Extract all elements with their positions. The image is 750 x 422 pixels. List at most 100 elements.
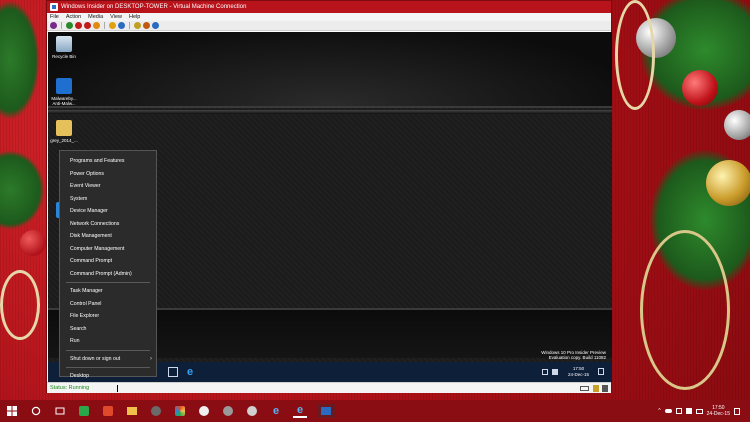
menu-media[interactable]: Media	[88, 13, 103, 21]
volume-icon[interactable]	[552, 369, 558, 375]
app-gray-icon[interactable]	[221, 404, 235, 418]
reset-icon[interactable]	[118, 22, 125, 29]
menu-action[interactable]: Action	[66, 13, 81, 21]
vm-menu-bar: File Action Media View Help	[47, 13, 611, 21]
menu-item-disk-management[interactable]: Disk Management	[60, 230, 156, 243]
menu-item-computer-management[interactable]: Computer Management	[60, 243, 156, 256]
cortana-search-icon[interactable]	[29, 404, 43, 418]
red-ornament-decoration	[682, 70, 718, 106]
edge-icon[interactable]: e	[187, 365, 193, 379]
chevron-right-icon: ›	[150, 355, 152, 362]
menu-item-search[interactable]: Search	[60, 323, 156, 336]
task-view-icon[interactable]	[168, 367, 178, 377]
host-taskbar: e e ^ 17:50 24-Dec-15	[0, 400, 750, 422]
guest-wallpaper-band	[48, 32, 612, 108]
start-icon[interactable]	[66, 22, 73, 29]
desktop-icon-label: Recycle Bin	[52, 54, 76, 59]
checkpoint-icon[interactable]	[134, 22, 141, 29]
menu-separator	[66, 349, 150, 351]
keyboard-icon	[580, 386, 589, 391]
pine-branch-decoration	[0, 150, 45, 230]
enhanced-session-icon[interactable]	[152, 22, 159, 29]
menu-item-shut-down-or-sign-out[interactable]: Shut down or sign out ›	[60, 353, 156, 366]
menu-item-device-manager[interactable]: Device Manager	[60, 205, 156, 218]
menu-item-command-prompt[interactable]: Command Prompt	[60, 255, 156, 268]
app-red-icon[interactable]	[101, 404, 115, 418]
vm-window-title: Windows Insider on DESKTOP-TOWER - Virtu…	[61, 4, 247, 10]
toolbar-divider	[129, 22, 130, 29]
usb-icon	[602, 385, 608, 392]
guest-clock[interactable]: 17:50 24-Dec-15	[568, 366, 589, 378]
menu-item-control-panel[interactable]: Control Panel	[60, 298, 156, 311]
malwarebytes-icon	[56, 78, 72, 94]
ribbon-decoration	[615, 0, 655, 110]
folder-icon	[56, 120, 72, 136]
notification-icon[interactable]	[598, 368, 604, 375]
ctrl-alt-del-icon[interactable]	[50, 22, 57, 29]
red-ornament-decoration	[20, 230, 46, 256]
revert-icon[interactable]	[143, 22, 150, 29]
menu-item-task-manager[interactable]: Task Manager	[60, 285, 156, 298]
host-clock-date: 24-Dec-15	[706, 411, 730, 417]
desktop-icon-label: Malwareby... Anti-Malw...	[51, 96, 77, 106]
gold-ornament-decoration	[706, 160, 750, 206]
menu-help[interactable]: Help	[129, 13, 140, 21]
guest-wallpaper-band	[48, 110, 612, 114]
vm-connection-taskbar-icon[interactable]	[317, 404, 335, 418]
guest-clock-date: 24-Dec-15	[568, 372, 590, 377]
ribbon-decoration	[0, 270, 40, 340]
vm-toolbar	[47, 21, 611, 31]
edge-icon[interactable]: e	[293, 404, 307, 418]
desktop-icon-malwarebytes[interactable]: Malwareby... Anti-Malw...	[48, 78, 80, 106]
host-clock[interactable]: 17:50 24-Dec-15	[707, 405, 730, 417]
menu-item-run[interactable]: Run	[60, 335, 156, 348]
menu-view[interactable]: View	[110, 13, 122, 21]
vm-status-bar: Status: Running	[47, 382, 611, 393]
lock-icon	[593, 385, 599, 392]
app-gear-icon[interactable]	[245, 404, 259, 418]
keyboard-icon[interactable]	[695, 408, 703, 414]
menu-separator	[66, 282, 150, 283]
menu-item-desktop[interactable]: Desktop	[60, 370, 156, 383]
app-multicolor-icon[interactable]	[173, 404, 187, 418]
vm-title-bar[interactable]: Windows Insider on DESKTOP-TOWER - Virtu…	[47, 1, 611, 13]
turn-off-icon[interactable]	[75, 22, 82, 29]
desktop-icon-folder[interactable]: grey_2014_...	[48, 120, 80, 143]
watermark-build: Evaluation copy. Build 11082	[548, 355, 606, 360]
menu-item-power-options[interactable]: Power Options	[60, 168, 156, 181]
menu-separator	[66, 367, 150, 368]
menu-file[interactable]: File	[50, 13, 59, 21]
action-center-icon[interactable]	[734, 407, 740, 415]
task-view-icon[interactable]	[53, 404, 67, 418]
shutdown-icon[interactable]	[84, 22, 91, 29]
menu-item-programs-and-features[interactable]: Programs and Features	[60, 155, 156, 168]
app-circle-icon[interactable]	[197, 404, 211, 418]
pause-icon[interactable]	[109, 22, 116, 29]
vm-connection-icon	[50, 3, 58, 11]
silver-ornament-decoration	[724, 110, 750, 140]
ribbon-decoration	[640, 230, 730, 390]
menu-item-network-connections[interactable]: Network Connections	[60, 218, 156, 231]
menu-item-command-prompt-admin[interactable]: Command Prompt (Admin)	[60, 268, 156, 281]
evaluation-watermark: Windows 10 Pro Insider Preview Evaluatio…	[541, 350, 606, 360]
onedrive-icon[interactable]	[664, 409, 672, 413]
windows-start-icon[interactable]	[5, 404, 19, 418]
menu-item-file-explorer[interactable]: File Explorer	[60, 310, 156, 323]
network-icon[interactable]	[542, 369, 548, 375]
text-cursor	[117, 385, 118, 392]
volume-icon[interactable]	[685, 408, 692, 414]
network-icon[interactable]	[675, 408, 682, 414]
menu-item-system[interactable]: System	[60, 193, 156, 206]
toolbar-divider	[61, 22, 62, 29]
pine-branch-decoration	[0, 0, 40, 120]
app-settings-icon[interactable]	[149, 404, 163, 418]
internet-explorer-icon[interactable]: e	[269, 404, 283, 418]
file-explorer-icon[interactable]	[125, 404, 139, 418]
save-state-icon[interactable]	[93, 22, 100, 29]
desktop-icon-recycle-bin[interactable]: Recycle Bin	[48, 36, 80, 59]
winx-power-user-menu: Programs and Features Power Options Even…	[59, 150, 157, 379]
menu-item-event-viewer[interactable]: Event Viewer	[60, 180, 156, 193]
chevron-up-icon[interactable]: ^	[658, 408, 660, 414]
app-green-icon[interactable]	[77, 404, 91, 418]
toolbar-divider	[104, 22, 105, 29]
